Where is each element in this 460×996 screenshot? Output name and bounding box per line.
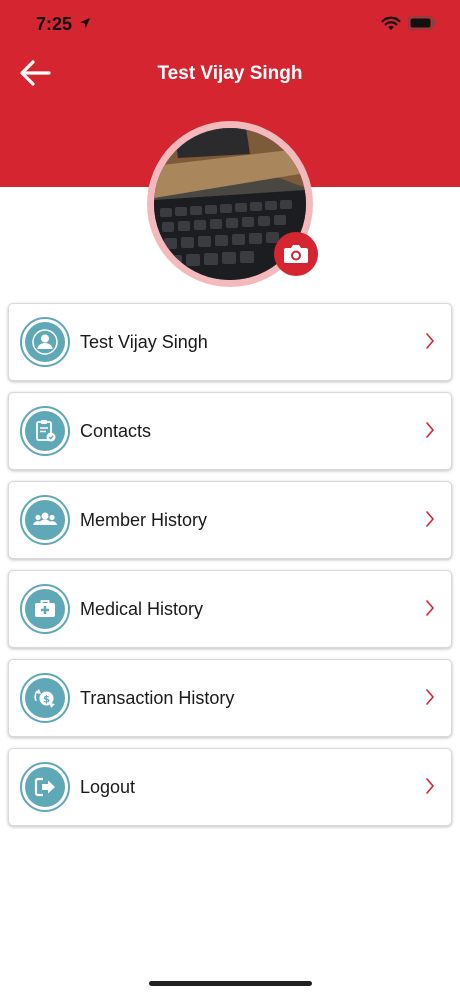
chevron-right-icon [426,422,434,438]
menu-item-profile[interactable]: Test Vijay Singh [8,303,452,381]
medical-kit-icon [20,584,70,634]
money-transfer-icon: $ [20,673,70,723]
menu-item-member-history[interactable]: Member History [8,481,452,559]
status-bar: 7:25 [0,0,460,50]
menu-item-label: Contacts [80,421,152,441]
group-icon [20,495,70,545]
menu-item-medical-history[interactable]: Medical History [8,570,452,648]
chevron-right-icon [426,511,434,527]
chevron-right-icon [426,333,434,349]
menu-item-label: Member History [80,510,208,530]
chevron-right-icon [426,689,434,705]
page-title: Test Vijay Singh [157,63,303,84]
svg-text:$: $ [43,695,50,706]
menu-item-transaction-history[interactable]: $ Transaction History [8,659,452,737]
menu-item-logout[interactable]: Logout [8,748,452,826]
battery-icon [408,16,436,30]
home-indicator[interactable] [149,981,312,986]
clipboard-check-icon [20,406,70,456]
camera-icon [284,245,308,263]
menu-item-label: Medical History [80,599,204,619]
location-arrow-icon [80,18,90,28]
menu-item-contacts[interactable]: Contacts [8,392,452,470]
status-time: 7:25 [36,14,73,34]
menu-item-label: Test Vijay Singh [80,332,208,352]
wifi-icon [381,16,401,30]
menu-item-label: Transaction History [80,688,235,708]
logout-icon [20,762,70,812]
user-icon [20,317,70,367]
chevron-right-icon [426,600,434,616]
menu-item-label: Logout [80,777,136,797]
change-photo-button[interactable] [274,232,318,276]
chevron-right-icon [426,778,434,794]
